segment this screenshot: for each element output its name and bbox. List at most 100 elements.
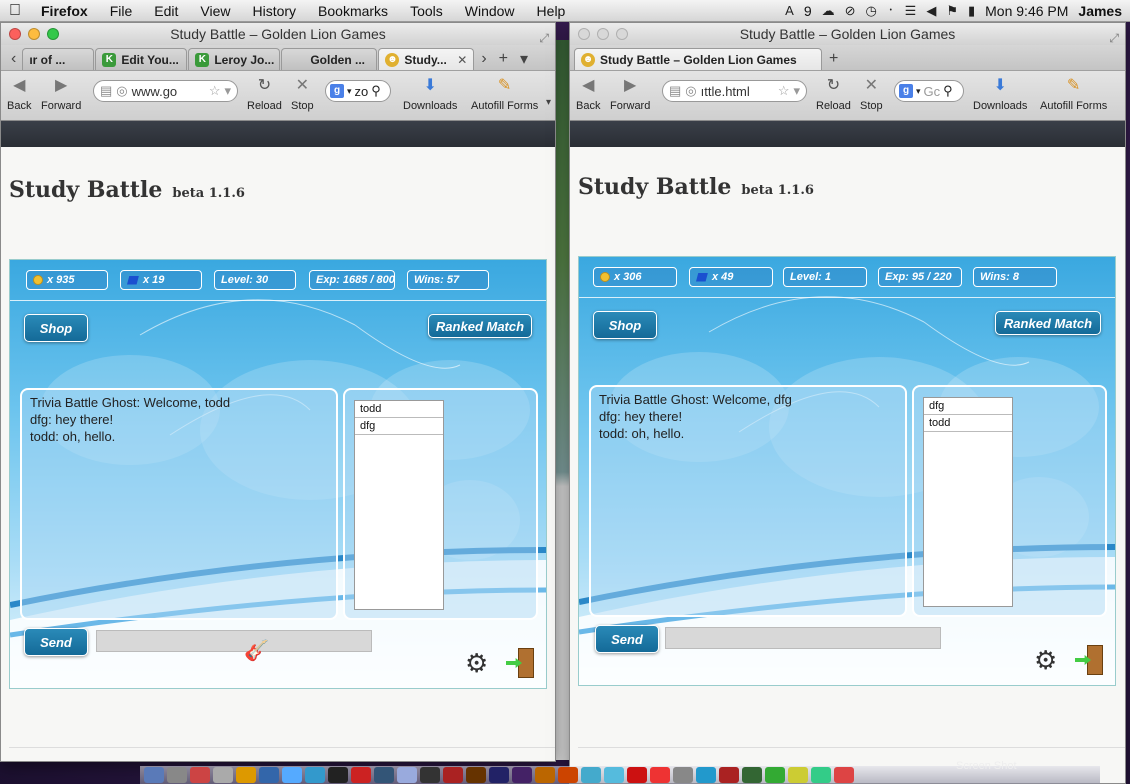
close-window-icon[interactable] <box>9 28 21 40</box>
dock-app-icon[interactable] <box>719 767 739 783</box>
user-list[interactable]: dfg todd <box>923 397 1013 607</box>
dock-app-icon[interactable] <box>443 767 463 783</box>
stop-button[interactable]: ✕ Stop <box>291 75 314 112</box>
chat-input[interactable] <box>96 630 372 652</box>
search-dropdown-icon[interactable]: ▾ <box>916 86 921 97</box>
new-tab-icon[interactable]: + <box>823 48 844 70</box>
dock-app-icon[interactable] <box>650 767 670 783</box>
dock-app-icon[interactable] <box>466 767 486 783</box>
settings-gear-icon[interactable]: ⚙ <box>1034 647 1057 673</box>
dock-app-icon[interactable] <box>213 767 233 783</box>
dock-app-icon[interactable] <box>765 767 785 783</box>
menu-bookmarks[interactable]: Bookmarks <box>307 3 399 19</box>
dock-app-icon[interactable] <box>236 767 256 783</box>
tab-scroll-left-icon[interactable]: ‹ <box>5 48 22 70</box>
cloud-status-icon[interactable]: ☁ <box>822 3 835 19</box>
ranked-match-button[interactable]: Ranked Match <box>428 314 532 338</box>
bookmarks-icon[interactable]: ▤ <box>669 83 681 99</box>
tab-3[interactable]: K Leroy Jo... <box>188 48 281 70</box>
menu-edit[interactable]: Edit <box>143 3 189 19</box>
dock-app-icon[interactable] <box>627 767 647 783</box>
send-button[interactable]: Send <box>595 625 659 653</box>
minimize-window-icon[interactable] <box>28 28 40 40</box>
new-tab-icon[interactable]: + <box>493 48 514 70</box>
star-icon[interactable]: ☆ <box>778 83 790 99</box>
menu-help[interactable]: Help <box>526 3 577 19</box>
tab-close-icon[interactable]: ✕ <box>457 53 467 67</box>
shop-button[interactable]: Shop <box>24 314 88 342</box>
settings-gear-icon[interactable]: ⚙ <box>465 650 488 676</box>
user-list-item[interactable]: dfg <box>355 418 443 435</box>
menu-view[interactable]: View <box>189 3 241 19</box>
tab-study-battle[interactable]: ☻ Study Battle – Golden Lion Games <box>574 48 822 70</box>
dock-app-icon[interactable] <box>673 767 693 783</box>
forward-button[interactable]: ▶ Forward <box>610 75 650 112</box>
input-flag-icon[interactable]: ⚑ <box>946 3 958 19</box>
tab-scroll-right-icon[interactable]: › <box>475 48 492 70</box>
search-bar[interactable]: g ▾ zo ⚲ <box>325 80 391 102</box>
minimize-window-icon[interactable] <box>597 28 609 40</box>
url-bar[interactable]: ▤ ◎ www.go ☆ ▾ <box>93 80 238 102</box>
dock-app-icon[interactable] <box>535 767 555 783</box>
url-dropdown-icon[interactable]: ▾ <box>793 83 800 99</box>
bookmarks-icon[interactable]: ▤ <box>100 83 112 99</box>
window-titlebar[interactable]: Study Battle – Golden Lion Games ⤢ <box>570 23 1125 45</box>
autofill-button[interactable]: ✎ Autofill Forms <box>471 75 538 112</box>
search-bar[interactable]: g ▾ Gc ⚲ <box>894 80 964 102</box>
wifi-icon[interactable]: ☰ <box>905 3 917 19</box>
tab-list-icon[interactable]: ▾ <box>514 48 534 70</box>
clock[interactable]: Mon 9:46 PM <box>985 3 1068 19</box>
star-icon[interactable]: ☆ <box>209 83 221 99</box>
dock-app-icon[interactable] <box>742 767 762 783</box>
ranked-match-button[interactable]: Ranked Match <box>995 311 1101 335</box>
menu-tools[interactable]: Tools <box>399 3 454 19</box>
dock-app-icon[interactable] <box>558 767 578 783</box>
dock-app-icon[interactable] <box>834 767 854 783</box>
dock-app-icon[interactable] <box>604 767 624 783</box>
menu-window[interactable]: Window <box>454 3 526 19</box>
dock-app-icon[interactable] <box>374 767 394 783</box>
reload-button[interactable]: ↻ Reload <box>247 75 282 112</box>
dock-app-icon[interactable] <box>305 767 325 783</box>
dock-app-icon[interactable] <box>788 767 808 783</box>
user-list[interactable]: todd dfg <box>354 400 444 610</box>
dock-app-icon[interactable] <box>811 767 831 783</box>
forward-button[interactable]: ▶ Forward <box>41 75 81 112</box>
close-window-icon[interactable] <box>578 28 590 40</box>
user-name[interactable]: James <box>1078 3 1122 19</box>
dock-app-icon[interactable] <box>282 767 302 783</box>
reload-button[interactable]: ↻ Reload <box>816 75 851 112</box>
menu-app[interactable]: Firefox <box>30 3 99 19</box>
volume-icon[interactable]: ◀ <box>926 3 936 19</box>
adobe-status-icon[interactable]: A <box>785 3 794 18</box>
search-icon[interactable]: ⚲ <box>943 83 953 99</box>
zoom-window-icon[interactable] <box>47 28 59 40</box>
dock-app-icon[interactable] <box>144 767 164 783</box>
dock-app-icon[interactable] <box>167 767 187 783</box>
dock-app-icon[interactable] <box>581 767 601 783</box>
dock-app-icon[interactable] <box>489 767 509 783</box>
dock-app-icon[interactable] <box>328 767 348 783</box>
url-dropdown-icon[interactable]: ▾ <box>224 83 231 99</box>
tab-study-battle[interactable]: ☻ Study... ✕ <box>378 48 475 70</box>
stop-button[interactable]: ✕ Stop <box>860 75 883 112</box>
downloads-button[interactable]: ⬇ Downloads <box>403 75 457 112</box>
dock-app-icon[interactable] <box>259 767 279 783</box>
dock-app-icon[interactable] <box>420 767 440 783</box>
shop-button[interactable]: Shop <box>593 311 657 339</box>
tab-1[interactable]: ır of ... <box>22 48 95 70</box>
autofill-button[interactable]: ✎ Autofill Forms <box>1040 75 1107 112</box>
chat-input[interactable] <box>665 627 941 649</box>
downloads-button[interactable]: ⬇ Downloads <box>973 75 1027 112</box>
user-list-item[interactable]: todd <box>924 415 1012 432</box>
dock-app-icon[interactable] <box>190 767 210 783</box>
apple-menu-icon[interactable]:  <box>0 2 30 20</box>
dock-app-icon[interactable] <box>696 767 716 783</box>
menu-history[interactable]: History <box>241 3 307 19</box>
tab-4[interactable]: Golden ... <box>281 48 378 70</box>
time-machine-icon[interactable]: ◷ <box>866 3 877 19</box>
back-button[interactable]: ◀ Back <box>7 75 31 112</box>
menu-file[interactable]: File <box>99 3 144 19</box>
url-bar[interactable]: ▤ ◎ ıttle.html ☆ ▾ <box>662 80 807 102</box>
zoom-window-icon[interactable] <box>616 28 628 40</box>
